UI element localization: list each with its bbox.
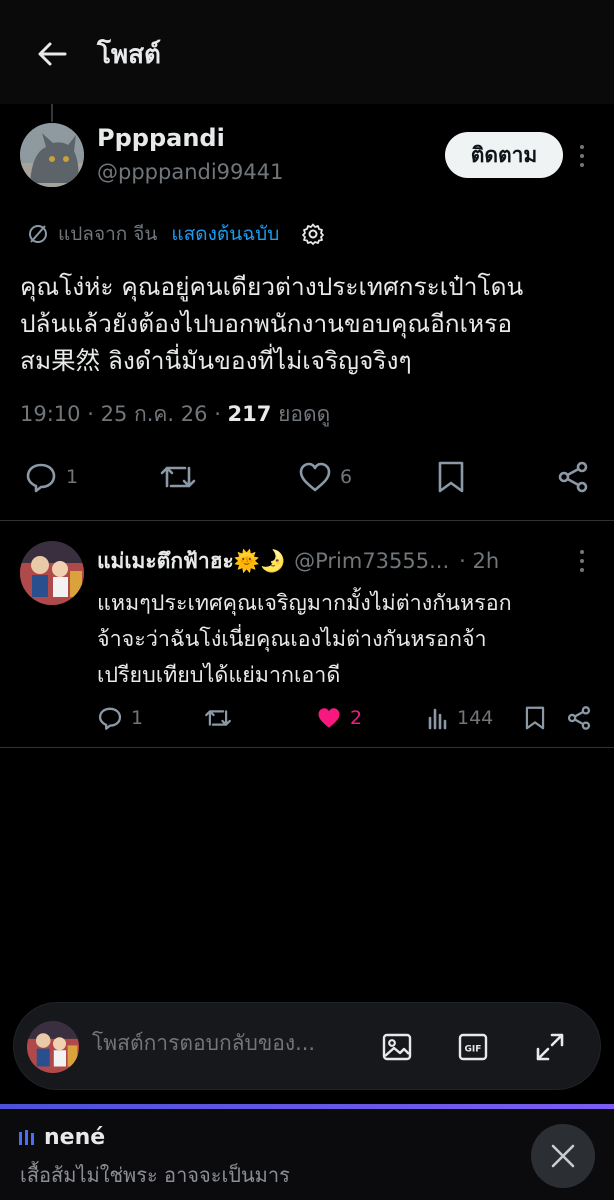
heart-icon [299,462,331,492]
more-dot-icon [580,550,584,554]
repost-button[interactable] [159,452,197,502]
reply-count: 1 [66,466,79,488]
analytics-icon [428,708,447,730]
reply-input[interactable] [92,1031,364,1055]
back-button[interactable] [30,32,74,76]
reply-text: แหมๆประเทศคุณเจริญมากมั้งไม่ต่างกันหรอก … [97,591,512,688]
heart-filled-icon [318,708,340,728]
reply-share-button[interactable] [566,700,592,736]
more-dot-icon [580,154,584,158]
now-playing-track: เสื้อส้มไม่ใช่พระ อาจจะเป็นมาร [20,1163,290,1187]
share-button[interactable] [556,452,590,502]
add-image-button[interactable] [379,1029,415,1065]
reply-timestamp: · 2h [459,549,500,573]
expand-icon [536,1033,564,1061]
more-dot-icon [580,568,584,572]
add-gif-button[interactable]: GIF [455,1029,491,1065]
image-icon [382,1033,412,1061]
now-playing-title: nené [18,1125,105,1150]
audio-bars-icon [19,1129,34,1145]
translated-from-label: แปลจาก จีน [58,223,158,245]
post-meta: 19:10 · 25 ก.ค. 26 · 217 ยอดดู [20,398,330,431]
reply-repost-button[interactable] [204,700,232,736]
reply-bookmark-button[interactable] [524,700,546,736]
post-time: 19:10 [20,402,81,426]
meta-separator: · [87,402,101,426]
reply-more-button[interactable] [572,550,592,572]
reply-icon [98,707,122,730]
reply-like-button[interactable]: 2 [316,700,362,736]
repost-icon [160,466,196,488]
reply-like-count: 2 [350,707,363,729]
post-text: คุณโง่ห่ะ คุณอยู่คนเดียวต่างประเทศกระเป๋… [20,272,524,375]
close-icon [551,1144,575,1168]
follow-button[interactable]: ติดตาม [445,132,563,178]
reply-views-button[interactable]: 144 [427,700,493,736]
views-count[interactable]: 217 [228,402,272,426]
reply-reply-count: 1 [131,707,144,729]
reply-icon [26,463,56,493]
show-original-link[interactable]: แสดงต้นฉบับ [171,219,279,249]
repost-icon [205,710,231,726]
post-more-button[interactable] [572,145,592,167]
translate-icon [29,225,47,243]
translate-row: แปลจาก จีน แสดงต้นฉบับ [26,220,325,248]
expand-composer-button[interactable] [532,1029,568,1065]
post-action-bar: 1 6 [0,452,614,502]
reply-button[interactable]: 1 [24,452,78,502]
more-dot-icon [580,559,584,563]
translate-settings-button[interactable] [301,222,325,246]
more-dot-icon [580,145,584,149]
bookmark-icon [438,461,464,493]
now-playing-panel[interactable]: nené เสื้อส้มไม่ใช่พระ อาจจะเป็นมาร [0,1109,614,1200]
top-bar: โพสต์ [0,0,614,104]
composer-avatar [27,1021,79,1073]
like-count: 6 [340,466,353,488]
author-avatar[interactable] [20,123,84,187]
gif-icon: GIF [458,1033,488,1061]
reply-author-avatar[interactable] [20,541,84,605]
author-name[interactable]: Ppppandi [97,124,225,152]
divider [0,747,614,748]
reply-header: แม่เมะตึกฟ้าฮะ🌞🌛 @Prim73555... · 2h [97,545,499,577]
svg-text:GIF: GIF [465,1045,482,1055]
reply-author-handle[interactable]: @Prim73555... [294,549,449,573]
share-icon [558,461,588,493]
more-dot-icon [580,163,584,167]
music-app-name: nené [44,1125,106,1150]
arrow-left-icon [38,42,67,66]
reply-reply-button[interactable]: 1 [97,700,143,736]
reply-views-count: 144 [457,707,494,729]
meta-separator: · [214,402,228,426]
reply-composer[interactable]: GIF [13,1002,601,1090]
close-now-playing-button[interactable] [531,1124,595,1188]
divider [0,520,614,521]
cat-avatar-image [20,123,84,187]
bookmark-button[interactable] [436,452,466,502]
reply-avatar-image [20,541,84,605]
reply-author-name[interactable]: แม่เมะตึกฟ้าฮะ🌞🌛 [97,545,286,578]
reply-action-bar: 1 2 144 [0,700,614,736]
bookmark-icon [525,706,545,730]
post-date: 25 ก.ค. 26 [100,402,208,426]
composer-avatar-image [27,1021,79,1073]
thread-line [51,104,53,122]
share-icon [567,706,591,730]
like-button[interactable]: 6 [298,452,352,502]
gear-icon [302,223,325,245]
views-label: ยอดดู [278,402,331,426]
page-title: โพสต์ [97,40,161,70]
author-handle[interactable]: @ppppandi99441 [97,160,283,184]
